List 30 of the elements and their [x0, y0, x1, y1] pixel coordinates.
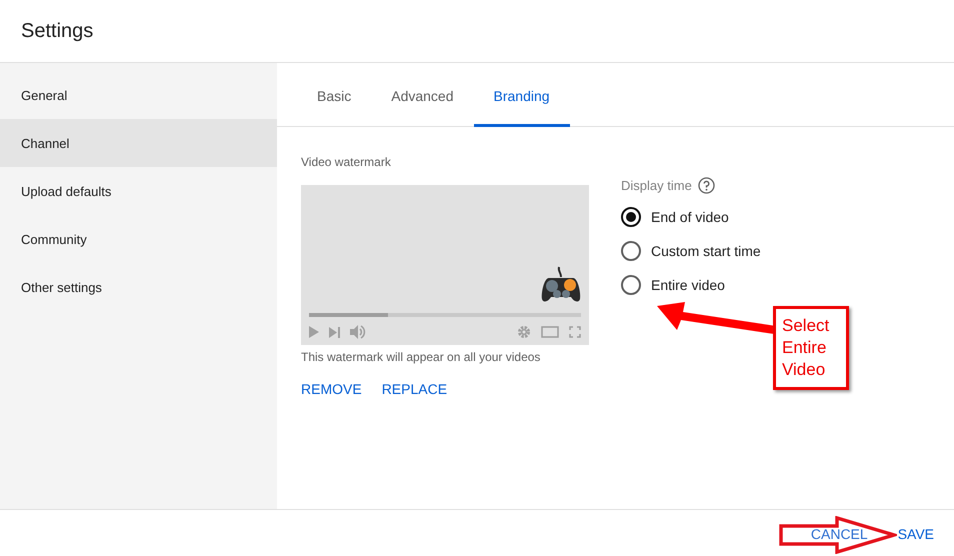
- field-label: Display time: [621, 178, 692, 193]
- sidebar-item[interactable]: Other settings: [0, 263, 277, 311]
- next-icon[interactable]: [329, 326, 340, 338]
- action-link[interactable]: REPLACE: [382, 381, 448, 397]
- option-label: Entire video: [651, 277, 725, 293]
- tab[interactable]: Advanced: [371, 63, 474, 127]
- tab[interactable]: Branding: [474, 63, 570, 127]
- radio-button[interactable]: [621, 241, 641, 261]
- volume-icon[interactable]: [350, 325, 366, 339]
- progress-bar[interactable]: [309, 313, 581, 317]
- option-label: End of video: [651, 209, 729, 225]
- caption: This watermark will appear on all your videos: [301, 350, 542, 364]
- theater-icon[interactable]: [541, 326, 559, 338]
- play-icon[interactable]: [309, 326, 319, 338]
- radio-button[interactable]: [621, 275, 641, 295]
- section-label: Video watermark: [301, 155, 392, 169]
- sidebar-item[interactable]: Channel: [0, 119, 277, 167]
- help-icon[interactable]: [698, 177, 715, 194]
- annotation-callout: Select Entire Video: [773, 306, 849, 390]
- sidebar-item[interactable]: Community: [0, 215, 277, 263]
- option-label: Custom start time: [651, 243, 761, 259]
- radio-button[interactable]: [621, 207, 641, 227]
- settings-icon[interactable]: [517, 325, 531, 339]
- tab[interactable]: Basic: [297, 63, 372, 127]
- window-title: Settings: [21, 20, 94, 42]
- footer-button[interactable]: SAVE: [898, 526, 934, 542]
- sidebar-item[interactable]: General: [0, 71, 277, 119]
- fullscreen-icon[interactable]: [569, 326, 581, 338]
- action-link[interactable]: REMOVE: [301, 381, 362, 397]
- sidebar-item[interactable]: Upload defaults: [0, 167, 277, 215]
